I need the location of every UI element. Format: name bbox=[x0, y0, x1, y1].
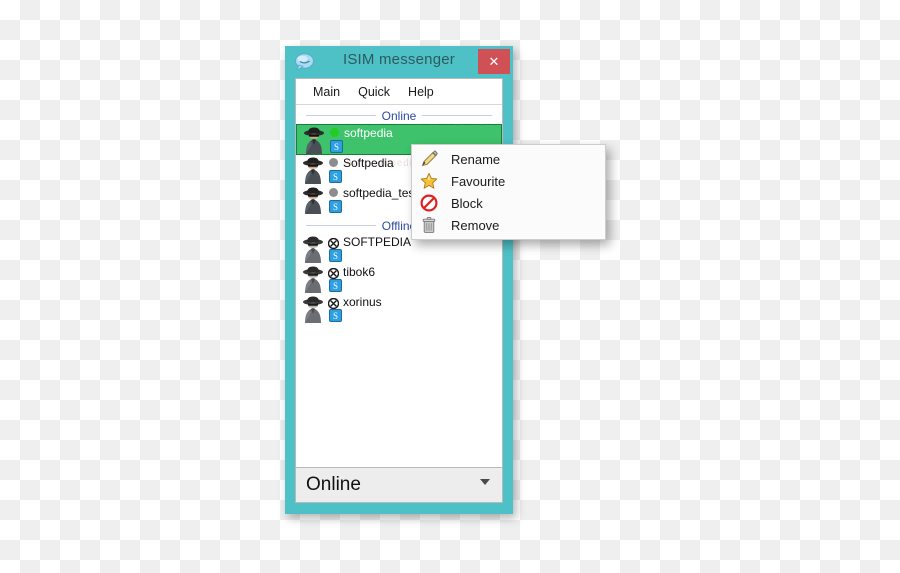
context-menu-label: Remove bbox=[451, 217, 500, 233]
avatar bbox=[300, 235, 326, 263]
protocol-badge-icon: S bbox=[329, 249, 342, 262]
status-away-icon bbox=[329, 158, 338, 167]
contact-name: xorinus bbox=[343, 295, 382, 309]
contact-info: xorinus S bbox=[327, 295, 502, 323]
context-menu-item-remove[interactable]: Remove bbox=[412, 214, 605, 236]
context-menu-label: Favourite bbox=[451, 173, 506, 189]
menu-item-quick[interactable]: Quick bbox=[349, 83, 399, 101]
client-area: Main Quick Help SOFTPEDIA ™ www.softpedi… bbox=[295, 78, 503, 503]
status-offline-icon bbox=[327, 266, 340, 280]
context-menu-label: Rename bbox=[451, 151, 501, 167]
context-menu-label: Block bbox=[451, 195, 483, 211]
status-selector-value: Online bbox=[306, 474, 361, 495]
avatar bbox=[300, 295, 326, 323]
block-icon bbox=[412, 192, 446, 214]
contact-info: tibok6 S bbox=[327, 265, 502, 293]
context-menu-item-rename[interactable]: Rename bbox=[412, 148, 605, 170]
contact-name: SOFTPEDIA bbox=[343, 235, 412, 249]
menu-item-help[interactable]: Help bbox=[399, 83, 443, 101]
status-away-icon bbox=[329, 188, 338, 197]
protocol-badge-icon: S bbox=[329, 170, 342, 183]
title-bar[interactable]: ISIM messenger ✕ bbox=[285, 46, 513, 78]
group-label: Online bbox=[381, 108, 417, 123]
chevron-down-icon[interactable] bbox=[480, 479, 490, 485]
protocol-badge-icon: S bbox=[329, 309, 342, 322]
pencil-icon bbox=[412, 148, 446, 170]
contact-name: tibok6 bbox=[343, 265, 376, 279]
contact-name: softpedia bbox=[344, 125, 393, 140]
group-rule-left bbox=[305, 225, 376, 226]
avatar bbox=[300, 186, 326, 214]
avatar bbox=[301, 126, 327, 154]
status-offline-icon bbox=[327, 296, 340, 310]
context-menu-item-favourite[interactable]: Favourite bbox=[412, 170, 605, 192]
group-rule-left bbox=[305, 115, 376, 116]
contact-row[interactable]: xorinus S bbox=[296, 294, 502, 324]
status-online-icon bbox=[330, 127, 339, 137]
app-window: ISIM messenger ✕ Main Quick Help SOFTPED… bbox=[285, 46, 513, 514]
menu-bar: Main Quick Help bbox=[296, 79, 502, 105]
contact-row[interactable]: tibok6 S bbox=[296, 264, 502, 294]
avatar bbox=[300, 156, 326, 184]
avatar bbox=[300, 265, 326, 293]
protocol-badge-icon: S bbox=[329, 279, 342, 292]
group-rule-right bbox=[422, 115, 493, 116]
menu-item-main[interactable]: Main bbox=[304, 83, 349, 101]
protocol-badge-icon: S bbox=[329, 200, 342, 213]
group-header-online: Online bbox=[296, 107, 502, 124]
protocol-badge-icon: S bbox=[330, 139, 343, 153]
context-menu[interactable]: Rename Favourite Block Remove bbox=[411, 144, 606, 240]
context-menu-item-block[interactable]: Block bbox=[412, 192, 605, 214]
star-icon bbox=[412, 170, 446, 192]
status-selector[interactable]: Online bbox=[296, 467, 502, 502]
contact-name: Softpedia bbox=[343, 156, 394, 170]
close-button[interactable]: ✕ bbox=[478, 49, 510, 74]
contact-name: softpedia_test bbox=[343, 186, 418, 200]
trash-icon bbox=[412, 214, 446, 236]
status-offline-icon bbox=[327, 236, 340, 250]
